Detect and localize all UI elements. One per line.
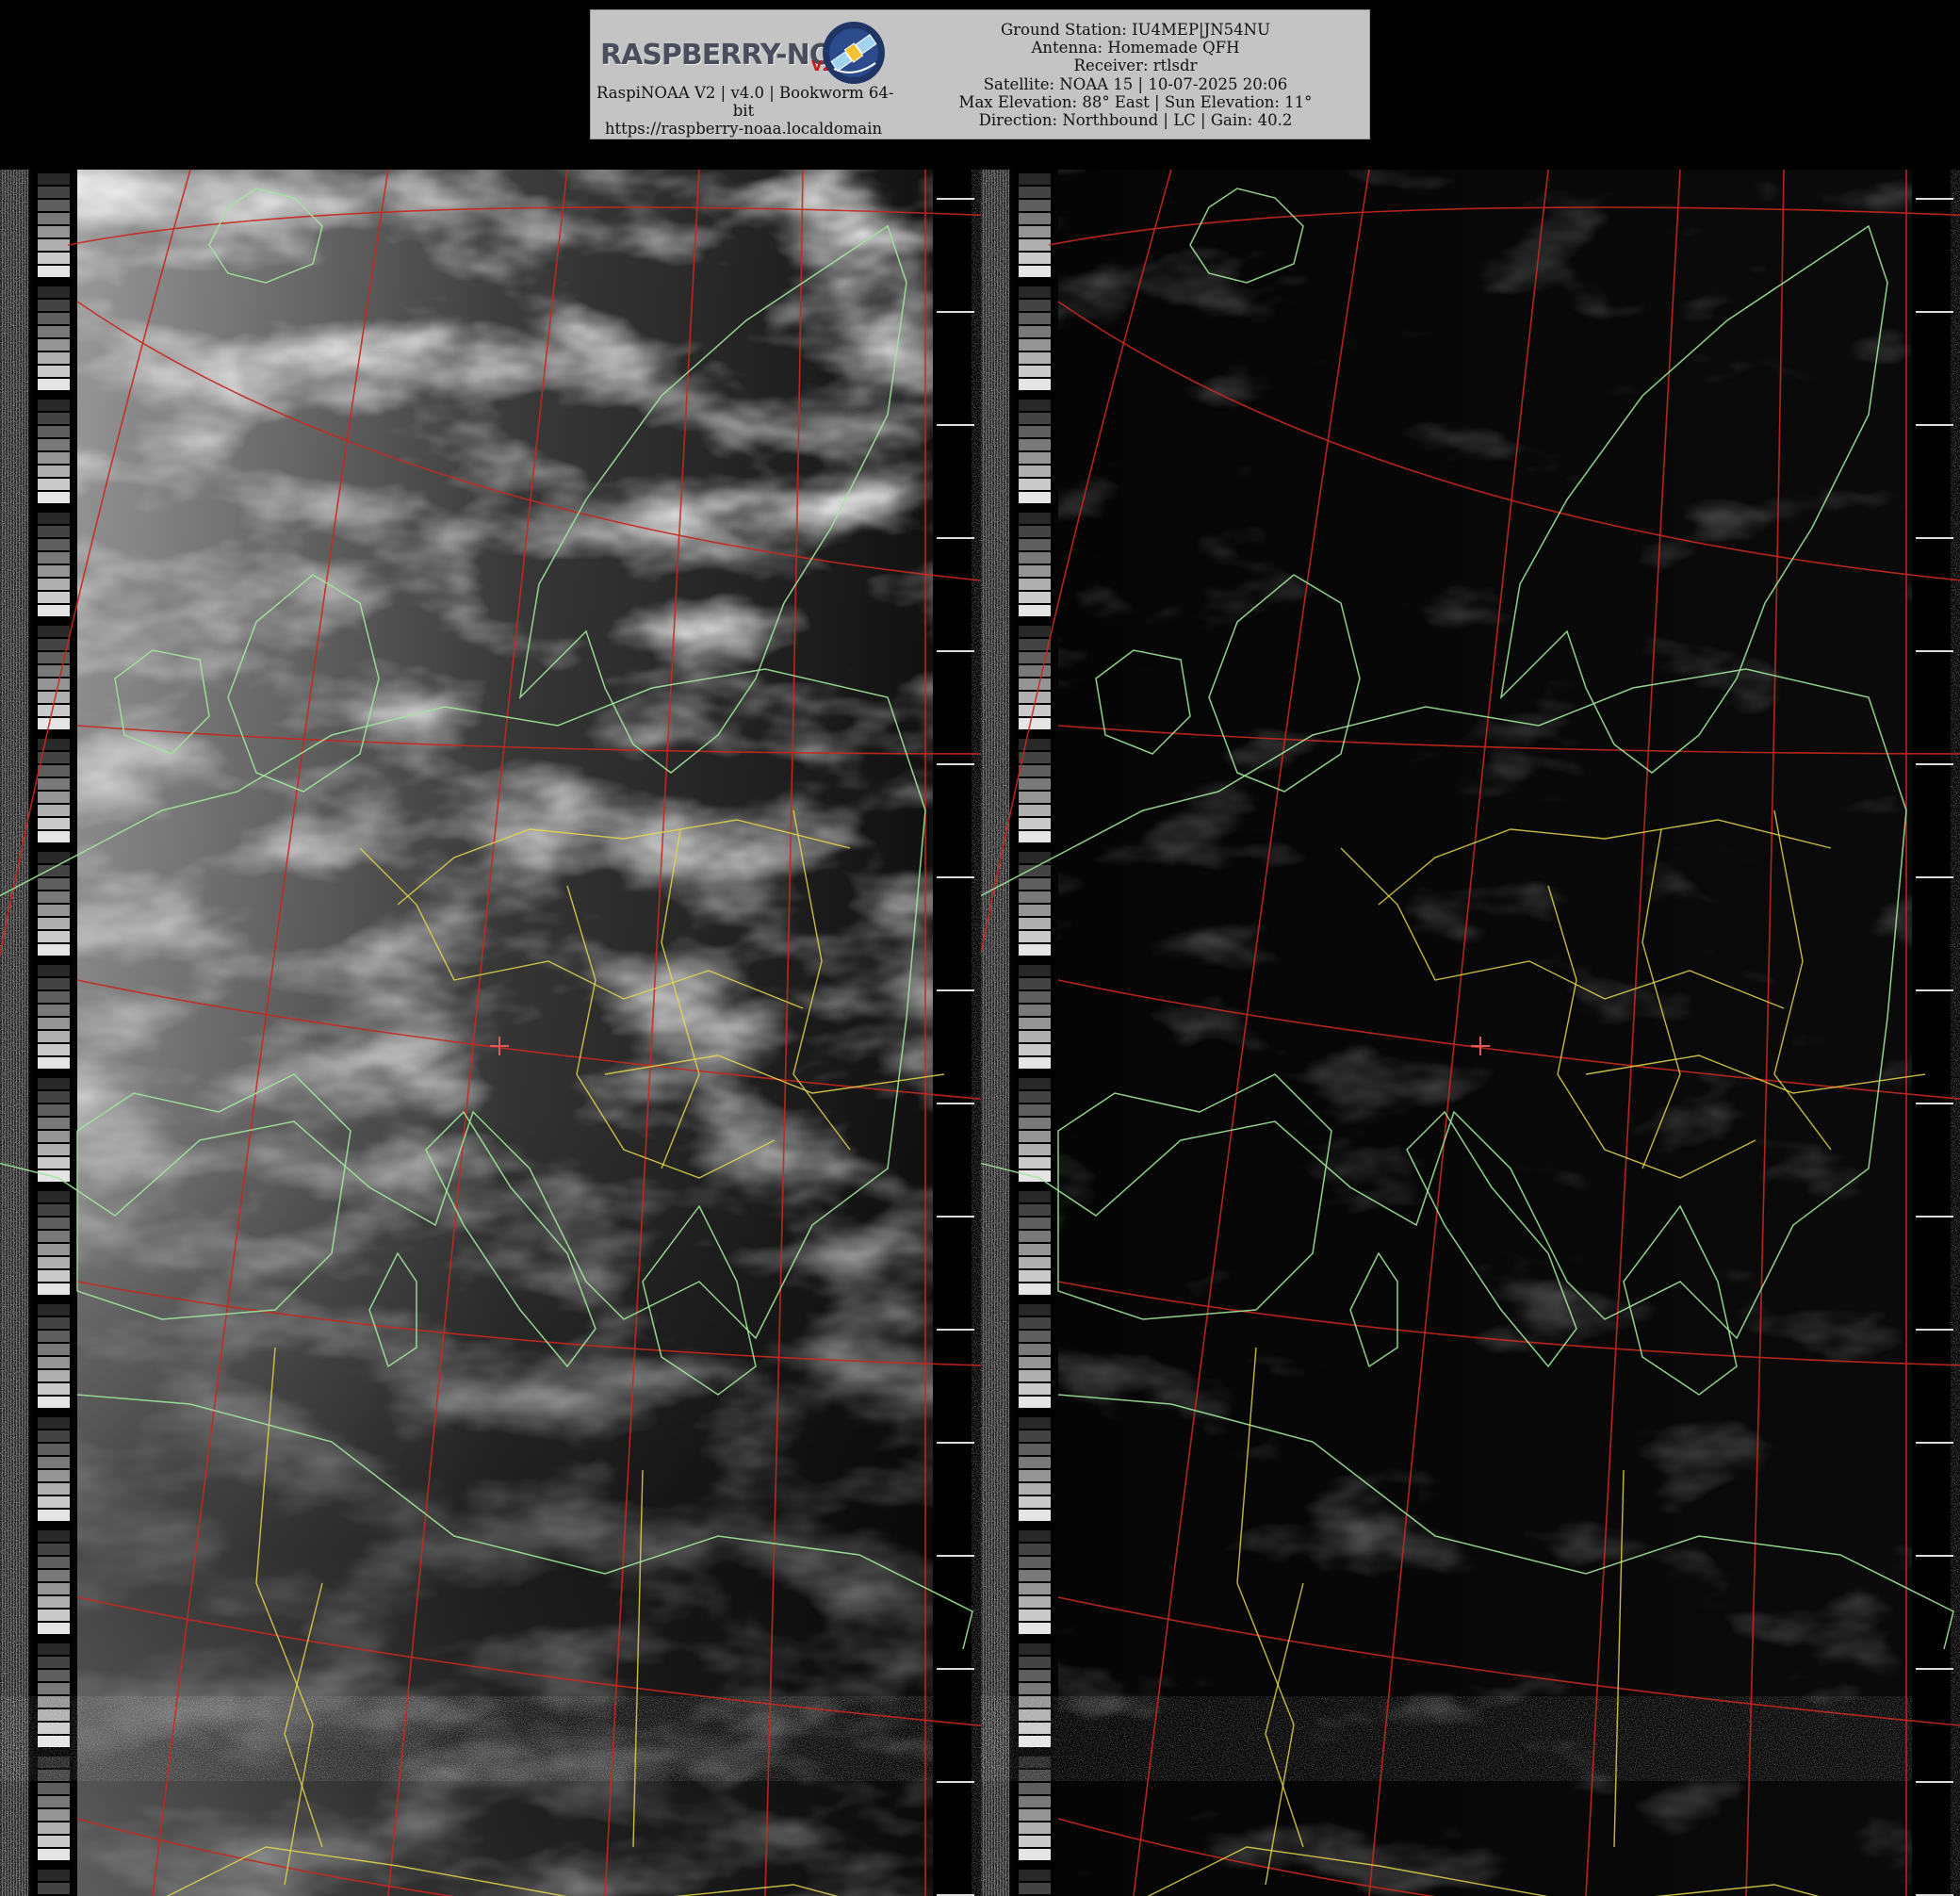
software-line: bit bbox=[732, 102, 755, 120]
infrared-channel-image bbox=[981, 170, 1960, 1896]
direction-line: Direction: Northbound | LC | Gain: 40.2 bbox=[978, 111, 1293, 130]
raspberry-noaa-logo: RASPBERRY-NOAA V2 bbox=[595, 16, 889, 86]
software-info: RaspiNOAA V2 | v4.0 | Bookworm 64- bit h… bbox=[596, 84, 894, 138]
antenna-line: Antenna: Homemade QFH bbox=[1031, 39, 1240, 57]
visible-channel-image bbox=[0, 170, 981, 1896]
satellite-icon bbox=[823, 22, 885, 84]
software-line: RaspiNOAA V2 | v4.0 | Bookworm 64- bbox=[596, 84, 894, 102]
receiver-line: Receiver: rtlsdr bbox=[1073, 57, 1198, 75]
satellite-line: Satellite: NOAA 15 | 10-07-2025 20:06 bbox=[983, 74, 1288, 93]
visible-channel-map bbox=[0, 170, 981, 1896]
ground-station-line: Ground Station: IU4MEP|JN54NU bbox=[1000, 21, 1271, 39]
infrared-channel-map bbox=[981, 170, 1960, 1896]
pass-info-panel: RASPBERRY-NOAA V2 RaspiNOAA V2 | v4.0 | … bbox=[590, 9, 1370, 139]
station-info: Ground Station: IU4MEP|JN54NU Antenna: H… bbox=[907, 21, 1364, 129]
software-line: https://raspberry-noaa.localdomain bbox=[604, 120, 883, 138]
elevation-line: Max Elevation: 88° East | Sun Elevation:… bbox=[958, 92, 1313, 111]
